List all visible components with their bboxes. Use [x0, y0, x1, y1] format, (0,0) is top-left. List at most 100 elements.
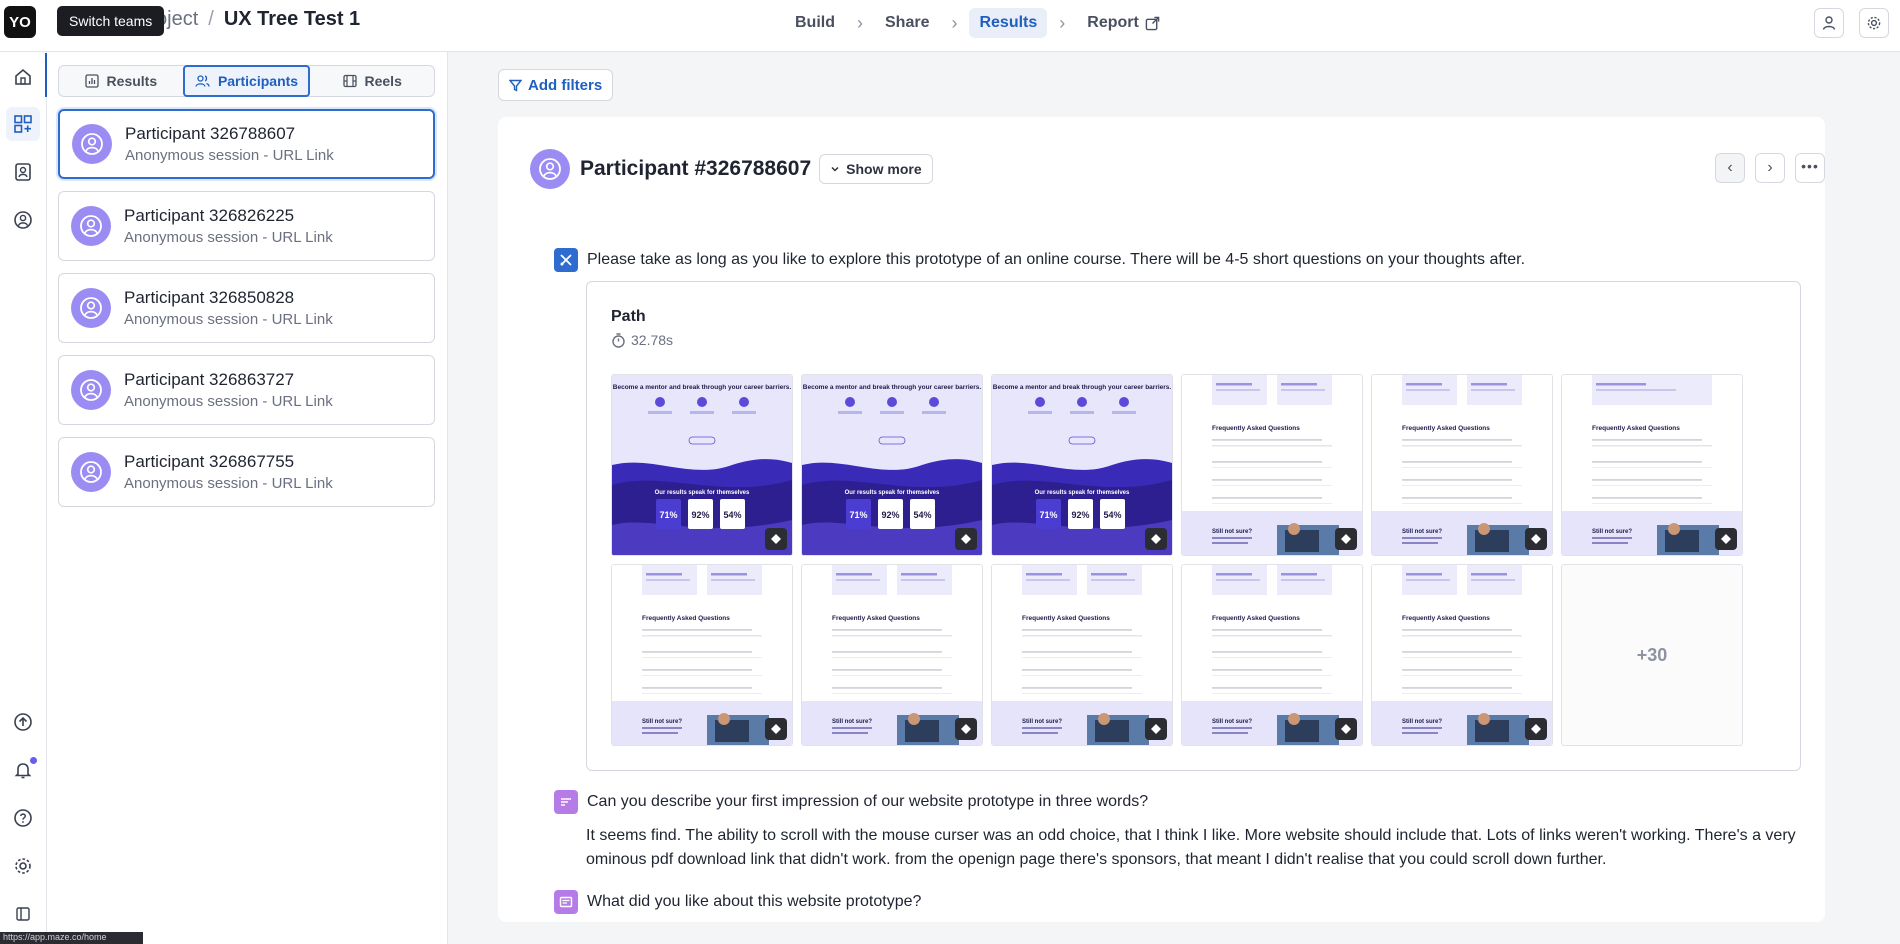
- path-screen-thumbnail[interactable]: Frequently Asked Questions Still not sur…: [1371, 564, 1553, 746]
- path-panel: Path 32.78s Become a mentor and break th…: [586, 281, 1801, 771]
- bell-icon: [14, 763, 32, 779]
- stopwatch-icon: [612, 332, 625, 348]
- participant-answer: It seems find. The ability to scroll wit…: [586, 827, 1796, 868]
- account-button[interactable]: [1814, 8, 1844, 38]
- figma-diamond-icon: [1151, 534, 1161, 544]
- thumb-stat: 92%: [881, 510, 899, 520]
- rail-contacts[interactable]: [6, 155, 40, 189]
- tab-reels[interactable]: Reels: [310, 66, 434, 96]
- screen-badge: [1145, 528, 1167, 550]
- breadcrumb-test-name[interactable]: UX Tree Test 1: [224, 8, 360, 31]
- path-screen-thumbnail[interactable]: Frequently Asked Questions Still not sur…: [801, 564, 983, 746]
- participant-session: Anonymous session - URL Link: [125, 147, 334, 164]
- tab-participants[interactable]: Participants: [182, 65, 311, 97]
- step-results[interactable]: Results: [969, 8, 1048, 38]
- thumb-not-sure-text: Still not sure?: [1592, 529, 1632, 535]
- step-share[interactable]: Share: [875, 8, 939, 38]
- participant-card[interactable]: Participant 326863727 Anonymous session -…: [58, 355, 435, 425]
- rail-home[interactable]: [6, 60, 40, 94]
- more-screens-tile[interactable]: +30: [1561, 564, 1743, 746]
- avatar: [530, 149, 570, 189]
- thumb-stat: 54%: [723, 510, 741, 520]
- step-build[interactable]: Build: [785, 8, 845, 38]
- path-screen-thumbnail[interactable]: Frequently Asked Questions Still not sur…: [611, 564, 793, 746]
- path-screen-thumbnail[interactable]: Frequently Asked Questions Still not sur…: [1181, 374, 1363, 556]
- previous-participant-button[interactable]: ‹: [1715, 153, 1745, 183]
- team-switcher[interactable]: YO: [4, 6, 36, 38]
- user-avatar-icon: [81, 133, 103, 155]
- question-prompt: Can you describe your first impression o…: [587, 793, 1149, 810]
- grid-icon: [14, 115, 32, 133]
- rail-help[interactable]: [6, 801, 40, 835]
- rail-participants[interactable]: [6, 203, 40, 237]
- breadcrumb-separator: /: [208, 8, 214, 30]
- chevron-down-icon: [831, 166, 839, 172]
- user-icon: [1822, 16, 1836, 30]
- ellipsis-icon: •••: [1801, 158, 1819, 174]
- participant-card[interactable]: Participant 326867755 Anonymous session -…: [58, 437, 435, 507]
- participant-card[interactable]: Participant 326826225 Anonymous session -…: [58, 191, 435, 261]
- participant-header: Participant #326788607 Show more: [530, 149, 933, 189]
- thumb-hero-text: Become a mentor and break through your c…: [803, 384, 982, 391]
- gear-icon: [1867, 16, 1881, 30]
- rail-settings[interactable]: [6, 849, 40, 883]
- thumb-stat: 54%: [1103, 510, 1121, 520]
- prototype-task-icon: [554, 248, 578, 272]
- path-screen-thumbnail[interactable]: Become a mentor and break through your c…: [611, 374, 793, 556]
- screen-badge: [1525, 528, 1547, 550]
- thumb-not-sure-text: Still not sure?: [1022, 719, 1062, 725]
- arrow-up-circle-icon: [14, 713, 32, 731]
- path-screen-thumbnail[interactable]: Frequently Asked Questions Still not sur…: [1181, 564, 1363, 746]
- rail-projects[interactable]: [6, 107, 40, 141]
- more-options-button[interactable]: •••: [1795, 153, 1825, 183]
- path-screen-thumbnail[interactable]: Become a mentor and break through your c…: [991, 374, 1173, 556]
- filter-icon: [509, 79, 522, 92]
- figma-diamond-icon: [961, 724, 971, 734]
- tab-results[interactable]: Results: [59, 66, 183, 96]
- thumb-faq-heading: Frequently Asked Questions: [1022, 615, 1110, 622]
- add-filters-button[interactable]: Add filters: [498, 69, 614, 101]
- rail-collapse[interactable]: [6, 897, 40, 931]
- thumb-not-sure-text: Still not sure?: [832, 719, 872, 725]
- path-screen-thumbnail[interactable]: Become a mentor and break through your c…: [801, 374, 983, 556]
- path-duration: 32.78s: [611, 332, 673, 348]
- step-nav: Build › Share › Results › Report: [785, 8, 1170, 38]
- participant-session: Anonymous session - URL Link: [124, 229, 333, 246]
- task-question: Please take as long as you like to explo…: [554, 248, 1525, 272]
- participant-list: Participant 326788607 Anonymous session -…: [58, 109, 435, 519]
- rail-notifications[interactable]: [6, 753, 40, 787]
- tab-reels-label: Reels: [364, 73, 402, 89]
- figma-diamond-icon: [1341, 534, 1351, 544]
- thumb-stat: 92%: [691, 510, 709, 520]
- next-participant-button[interactable]: ›: [1755, 153, 1785, 183]
- path-screen-thumbnail[interactable]: Frequently Asked Questions Still not sur…: [1561, 374, 1743, 556]
- participant-card[interactable]: Participant 326788607 Anonymous session -…: [58, 109, 435, 179]
- participant-detail-card: Participant #326788607 Show more ‹ › •••…: [498, 117, 1825, 922]
- thumb-results-heading: Our results speak for themselves: [845, 490, 940, 496]
- switch-teams-tooltip: Switch teams: [57, 6, 165, 36]
- screen-badge: [955, 528, 977, 550]
- question-prompt: What did you like about this website pro…: [587, 893, 922, 910]
- chevron-right-icon: ›: [1059, 12, 1066, 33]
- thumb-results-heading: Our results speak for themselves: [655, 490, 750, 496]
- participants-panel: Results Participants Reels Participant 3…: [47, 52, 448, 944]
- show-more-button[interactable]: Show more: [819, 154, 933, 184]
- thumb-hero-text: Become a mentor and break through your c…: [613, 384, 792, 391]
- participant-card[interactable]: Participant 326850828 Anonymous session -…: [58, 273, 435, 343]
- screen-badge: [1525, 718, 1547, 740]
- user-avatar-icon: [80, 297, 102, 319]
- avatar: [71, 370, 111, 410]
- thumb-faq-heading: Frequently Asked Questions: [642, 615, 730, 622]
- rail-upgrade[interactable]: [6, 705, 40, 739]
- screen-badge: [1335, 718, 1357, 740]
- path-screen-thumbnail[interactable]: Frequently Asked Questions Still not sur…: [1371, 374, 1553, 556]
- thumb-faq-heading: Frequently Asked Questions: [1592, 425, 1680, 432]
- thumb-stat: 71%: [1039, 510, 1057, 520]
- participant-session: Anonymous session - URL Link: [124, 393, 333, 410]
- screen-badge: [765, 718, 787, 740]
- settings-button[interactable]: [1859, 8, 1889, 38]
- tab-results-label: Results: [106, 73, 158, 89]
- path-screen-thumbnail[interactable]: Frequently Asked Questions Still not sur…: [991, 564, 1173, 746]
- step-report[interactable]: Report: [1077, 8, 1170, 38]
- participant-session: Anonymous session - URL Link: [124, 475, 333, 492]
